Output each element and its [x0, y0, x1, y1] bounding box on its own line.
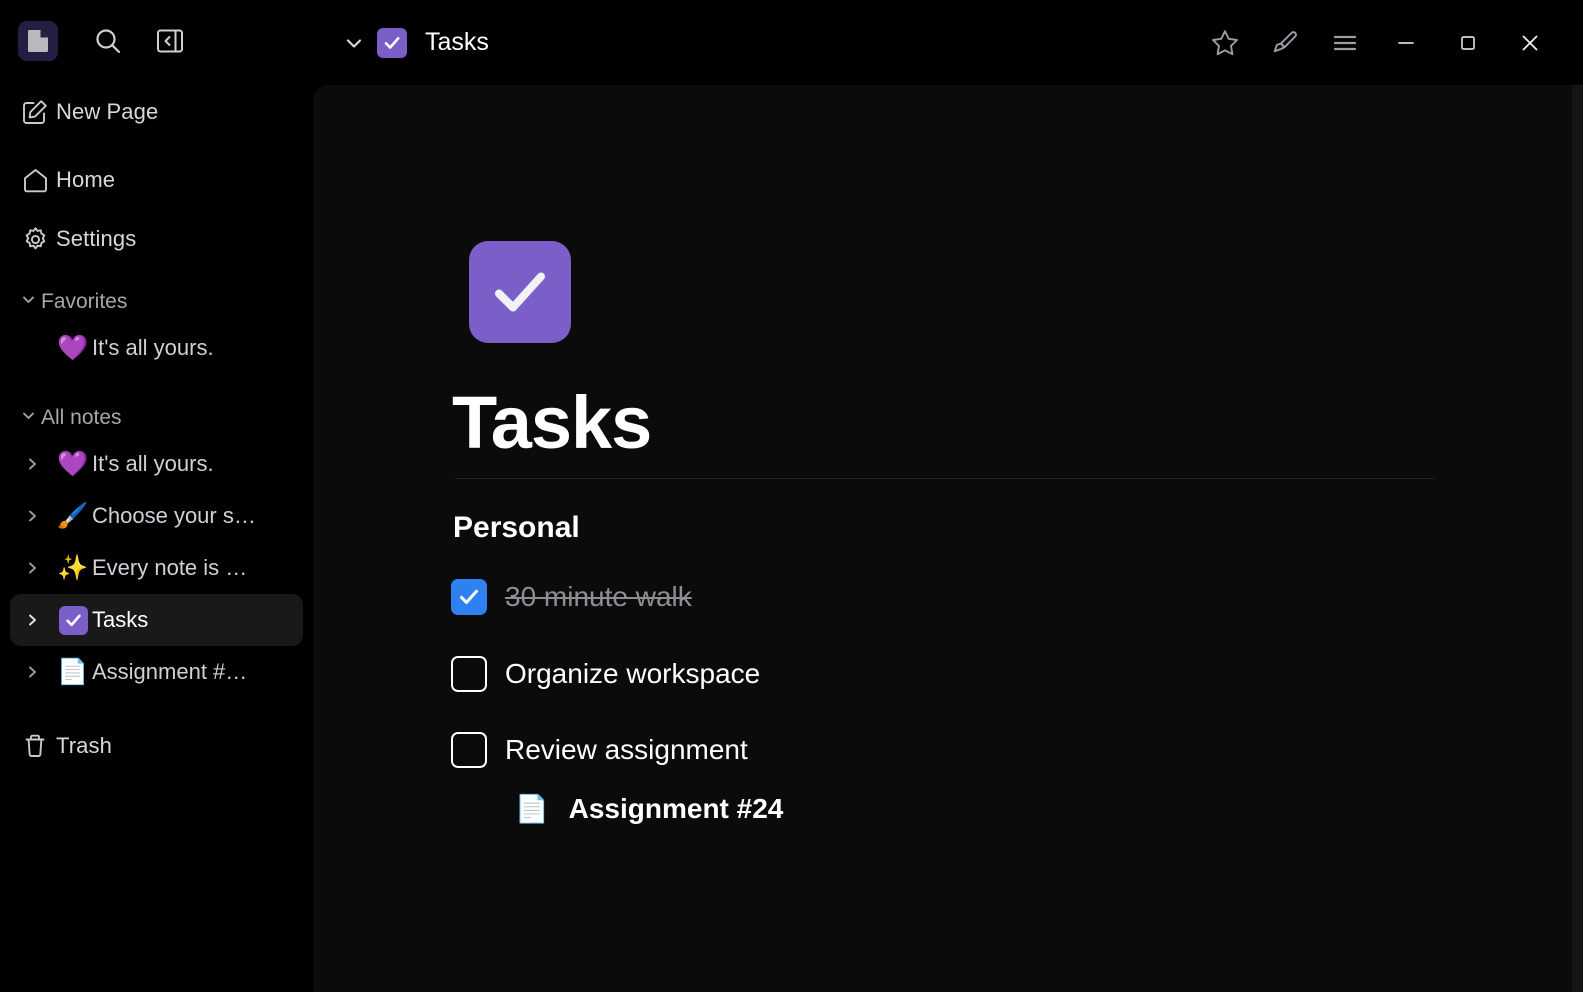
trash-icon	[22, 733, 56, 759]
todo-item: Organize workspace	[451, 652, 760, 696]
sidebar-item-trash-label: Trash	[56, 733, 112, 759]
todo-item: Review assignment	[451, 728, 748, 772]
page-facing-up-emoji: 📄	[515, 796, 549, 823]
sidebar-item-home[interactable]: Home	[10, 156, 303, 204]
todo-label[interactable]: 30 minute walk	[505, 581, 692, 613]
collapse-sidebar-icon[interactable]	[153, 24, 187, 58]
section-heading-personal[interactable]: Personal	[453, 511, 580, 545]
sidebar-note-its-all-yours[interactable]: 💜 It's all yours.	[10, 438, 303, 490]
close-button[interactable]	[1499, 12, 1561, 74]
home-icon	[22, 167, 56, 194]
titlebar-title: Tasks	[425, 28, 489, 57]
sidebar-item-settings[interactable]: Settings	[10, 215, 303, 263]
chevron-right-icon[interactable]	[24, 508, 54, 524]
sidebar-item-trash[interactable]: Trash	[10, 722, 303, 770]
sidebar-note-label: Tasks	[92, 607, 148, 633]
todo-checkbox-checked[interactable]	[451, 579, 487, 615]
page-reference-label: Assignment #24	[569, 793, 784, 825]
all-notes-label: All notes	[41, 406, 122, 430]
vertical-scrollbar[interactable]	[1572, 85, 1583, 992]
main-content-panel: Tasks Personal 30 minute walk Organize w…	[313, 85, 1583, 992]
all-notes-section-header[interactable]: All notes	[10, 398, 303, 438]
sidebar: New Page Home Settings	[0, 0, 313, 992]
highlighter-pen-icon[interactable]	[1255, 13, 1315, 73]
page-facing-up-emoji: 📄	[54, 660, 92, 685]
chevron-down-icon[interactable]	[337, 31, 371, 55]
sidebar-note-label: Assignment #…	[92, 659, 247, 685]
sidebar-note-label: Every note is …	[92, 555, 247, 581]
chevron-down-icon	[20, 407, 37, 429]
sidebar-note-tasks[interactable]: Tasks	[10, 594, 303, 646]
sidebar-item-home-label: Home	[56, 167, 115, 193]
edit-square-icon	[22, 99, 56, 125]
hamburger-menu-icon[interactable]	[1315, 13, 1375, 73]
chevron-right-icon[interactable]	[24, 456, 54, 472]
task-checkbox-icon	[54, 606, 92, 635]
page-icon-task-checkbox[interactable]	[469, 241, 571, 343]
todo-item: 30 minute walk	[451, 575, 692, 619]
task-checkbox-icon[interactable]	[377, 28, 407, 58]
sidebar-note-label: Choose your s…	[92, 503, 256, 529]
purple-heart-emoji: 💜	[54, 336, 92, 361]
chevron-down-icon	[20, 291, 37, 313]
chevron-right-icon[interactable]	[24, 664, 54, 680]
sidebar-note-every-note-is[interactable]: ✨ Every note is …	[10, 542, 303, 594]
todo-checkbox-unchecked[interactable]	[451, 732, 487, 768]
page-reference-link[interactable]: 📄 Assignment #24	[515, 793, 783, 825]
paintbrush-emoji: 🖌️	[54, 504, 92, 529]
title-divider	[455, 478, 1435, 479]
search-icon[interactable]	[91, 24, 125, 58]
sidebar-note-choose-your-style[interactable]: 🖌️ Choose your s…	[10, 490, 303, 542]
chevron-right-icon[interactable]	[24, 612, 54, 628]
favorites-section-header[interactable]: Favorites	[10, 282, 303, 322]
titlebar: Tasks	[313, 0, 1583, 85]
star-icon[interactable]	[1195, 13, 1255, 73]
sparkles-emoji: ✨	[54, 556, 92, 581]
sidebar-favorite-item[interactable]: 💜 It's all yours.	[10, 322, 303, 374]
new-page-button[interactable]: New Page	[10, 88, 303, 136]
sidebar-note-label: It's all yours.	[92, 451, 214, 477]
todo-label[interactable]: Organize workspace	[505, 658, 760, 690]
sidebar-item-settings-label: Settings	[56, 226, 136, 252]
favorites-label: Favorites	[41, 290, 127, 314]
new-page-label: New Page	[56, 99, 158, 125]
page-title[interactable]: Tasks	[452, 380, 651, 465]
gear-icon	[22, 226, 56, 253]
minimize-button[interactable]	[1375, 12, 1437, 74]
purple-heart-emoji: 💜	[54, 452, 92, 477]
todo-label[interactable]: Review assignment	[505, 734, 748, 766]
app-window: New Page Home Settings	[0, 0, 1583, 992]
todo-checkbox-unchecked[interactable]	[451, 656, 487, 692]
sidebar-note-assignment[interactable]: 📄 Assignment #…	[10, 646, 303, 698]
maximize-button[interactable]	[1437, 12, 1499, 74]
sidebar-toolbar	[0, 0, 313, 82]
sidebar-favorite-item-label: It's all yours.	[92, 335, 214, 361]
document-logo-icon	[18, 21, 58, 61]
chevron-right-icon[interactable]	[24, 560, 54, 576]
